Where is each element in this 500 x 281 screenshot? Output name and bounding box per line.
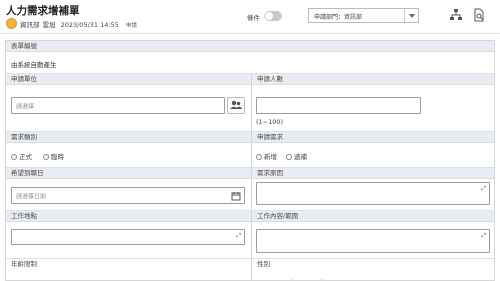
location-label: 工作地點	[6, 211, 251, 222]
department-select[interactable]: 申請部門：資訊部	[308, 8, 419, 23]
applicant-department: 資訊部	[20, 21, 40, 29]
gender-label: 性別	[251, 259, 494, 270]
gender-radio-male[interactable]: 男	[256, 277, 271, 280]
date-input[interactable]: 請選擇日期	[11, 187, 245, 204]
calendar-icon[interactable]	[231, 191, 241, 201]
avatar	[6, 18, 17, 29]
location-textarea[interactable]: ⤢	[11, 229, 245, 245]
reason-label: 需求原因	[251, 168, 494, 179]
applicant-name: 雲旭	[42, 21, 56, 29]
reason-textarea[interactable]: ⤢	[256, 182, 490, 205]
content-textarea[interactable]: ⤢	[256, 229, 490, 253]
unit-placeholder: 請選擇	[16, 103, 35, 110]
condition-label: 條件	[247, 14, 260, 22]
document-search-icon[interactable]	[472, 8, 486, 22]
status-badge: 申請	[125, 23, 137, 29]
expand-icon[interactable]: ⤢	[481, 186, 486, 192]
department-select-value: 申請部門：資訊部	[314, 14, 363, 21]
headcount-hint: (1~100)	[256, 118, 284, 126]
select-unit-button[interactable]	[227, 97, 245, 114]
unit-input[interactable]: 請選擇	[11, 97, 225, 114]
demand-type-label: 需求類別	[6, 132, 251, 143]
form-number-value: 由系統自動產生	[11, 61, 57, 69]
expand-icon[interactable]: ⤢	[481, 233, 486, 239]
date-placeholder: 請選擇日期	[16, 193, 47, 200]
date-label: 希望到職日	[6, 168, 251, 179]
column-divider	[251, 132, 252, 168]
org-chart-icon[interactable]	[449, 8, 463, 22]
column-divider	[251, 74, 252, 132]
expand-icon[interactable]: ⤢	[236, 233, 241, 239]
form-number-label: 表單編號	[6, 41, 494, 52]
request-radio-replacement[interactable]: 遞補	[286, 151, 307, 161]
toggle-knob	[265, 12, 273, 20]
gender-radio-any[interactable]: 不拘	[306, 277, 327, 280]
applicant-meta: 資訊部 雲旭 2023/05/31 14:55 申請	[20, 19, 140, 29]
requisition-form: 表單編號 由系統自動產生 申請單位 申請人數 請選擇 (1~100) 需求類別 …	[5, 40, 495, 281]
header-divider	[0, 33, 500, 34]
gender-radio-female[interactable]: 女	[281, 277, 296, 280]
unit-label: 申請單位	[6, 74, 251, 85]
column-divider	[251, 168, 252, 210]
condition-toggle[interactable]	[264, 11, 282, 21]
column-divider	[251, 211, 252, 258]
applicant-datetime: 2023/05/31 14:55	[60, 21, 119, 29]
headcount-input[interactable]	[256, 97, 421, 114]
header: 人力需求增補單 資訊部 雲旭 2023/05/31 14:55 申請 條件 申請部…	[0, 0, 500, 34]
age-label: 年齡限制	[6, 259, 251, 270]
chevron-down-icon[interactable]	[404, 9, 418, 22]
page-title: 人力需求增補單	[6, 5, 80, 17]
demand-type-radio-temporary[interactable]: 臨時	[43, 151, 64, 161]
demand-type-radio-regular[interactable]: 正式	[11, 151, 32, 161]
request-label: 申請需求	[251, 132, 494, 143]
headcount-label: 申請人數	[251, 74, 494, 85]
content-label: 工作內容/範圍	[251, 211, 494, 222]
people-icon	[230, 100, 242, 109]
column-divider	[251, 258, 252, 280]
request-radio-new[interactable]: 新增	[256, 151, 277, 161]
